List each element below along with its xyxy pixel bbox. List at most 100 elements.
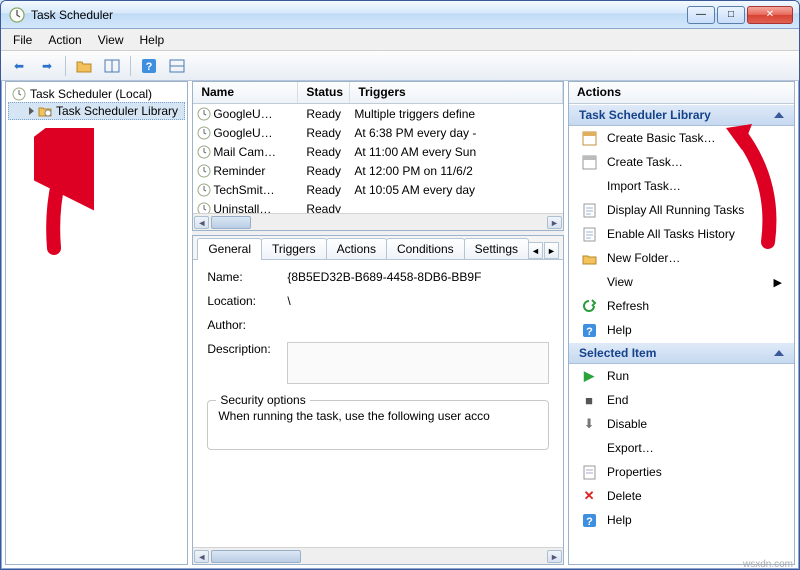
group-library: Task Scheduler Library Create Basic Task… (569, 104, 794, 342)
tab-scroll-left[interactable]: ◄ (528, 242, 543, 259)
split-vertical-icon (104, 58, 120, 74)
annotation-arrow-1 (34, 128, 94, 258)
action-create-basic-task-[interactable]: Create Basic Task… (569, 126, 794, 150)
tree-root[interactable]: Task Scheduler (Local) (8, 86, 185, 102)
task-row[interactable]: GoogleU…ReadyMultiple triggers define (193, 104, 563, 123)
label-location: Location: (207, 294, 287, 308)
watermark: wsxdn.com (743, 559, 793, 570)
action-enable-all-tasks-history[interactable]: Enable All Tasks History (569, 222, 794, 246)
clock-icon (197, 202, 211, 214)
app-icon (9, 7, 25, 23)
menu-help[interactable]: Help (132, 31, 173, 49)
action-view[interactable]: View▶ (569, 270, 794, 294)
toolbar-separator (65, 56, 66, 76)
titlebar: Task Scheduler — □ ✕ (1, 1, 799, 29)
task-row[interactable]: TechSmit…ReadyAt 10:05 AM every day (193, 180, 563, 199)
menubar: File Action View Help (1, 29, 799, 51)
tree-panel: Task Scheduler (Local) Task Scheduler Li… (5, 81, 188, 565)
toolbar-separator (130, 56, 131, 76)
col-status[interactable]: Status (298, 82, 350, 103)
action-refresh[interactable]: Refresh (569, 294, 794, 318)
minimize-button[interactable]: — (687, 6, 715, 24)
folder-button[interactable] (72, 54, 96, 78)
action-display-all-running-tasks[interactable]: Display All Running Tasks (569, 198, 794, 222)
scroll-thumb[interactable] (211, 550, 301, 563)
menu-action[interactable]: Action (40, 31, 89, 49)
action-run[interactable]: ▶Run (569, 364, 794, 388)
action-properties[interactable]: Properties (569, 460, 794, 484)
action-icon (581, 298, 597, 314)
action-new-folder-[interactable]: New Folder… (569, 246, 794, 270)
value-name: {8B5ED32B-B689-4458-8DB6-BB9F (287, 270, 549, 284)
split-horizontal-icon (169, 58, 185, 74)
clock-icon (197, 183, 211, 197)
action-create-task-[interactable]: Create Task… (569, 150, 794, 174)
scroll-right-arrow[interactable]: ► (547, 550, 562, 563)
clock-icon (197, 164, 211, 178)
h-scrollbar-details[interactable]: ◄ ► (193, 547, 563, 564)
task-grid[interactable]: GoogleU…ReadyMultiple triggers defineGoo… (193, 104, 563, 213)
scroll-right-arrow[interactable]: ► (547, 216, 562, 229)
action-end[interactable]: ■End (569, 388, 794, 412)
scroll-left-arrow[interactable]: ◄ (194, 550, 209, 563)
help-button[interactable]: ? (137, 54, 161, 78)
action-export-[interactable]: Export… (569, 436, 794, 460)
tab-scroll-right[interactable]: ► (544, 242, 559, 259)
group-selected: Selected Item ▶Run■End⬇DisableExport…Pro… (569, 342, 794, 532)
forward-button[interactable]: ➡ (35, 54, 59, 78)
tab-triggers[interactable]: Triggers (261, 238, 327, 259)
details-general: Name: {8B5ED32B-B689-4458-8DB6-BB9F Loca… (193, 260, 563, 547)
action-icon (581, 440, 597, 456)
menu-view[interactable]: View (90, 31, 132, 49)
actions-title: Actions (569, 82, 794, 104)
action-icon (581, 464, 597, 480)
h-scrollbar[interactable]: ◄ ► (193, 213, 563, 230)
middle-panel: Name Status Triggers GoogleU…ReadyMultip… (192, 81, 564, 565)
action-disable[interactable]: ⬇Disable (569, 412, 794, 436)
task-row[interactable]: Mail Cam…ReadyAt 11:00 AM every Sun (193, 142, 563, 161)
tab-conditions[interactable]: Conditions (386, 238, 465, 259)
maximize-button[interactable]: □ (717, 6, 745, 24)
task-row[interactable]: ReminderReadyAt 12:00 PM on 11/6/2 (193, 161, 563, 180)
tree-library[interactable]: Task Scheduler Library (8, 102, 185, 120)
actions-pane-button[interactable] (165, 54, 189, 78)
menu-file[interactable]: File (5, 31, 40, 49)
close-button[interactable]: ✕ (747, 6, 793, 24)
collapse-arrow-icon (774, 112, 784, 118)
tab-settings[interactable]: Settings (464, 238, 529, 259)
col-name[interactable]: Name (193, 82, 298, 103)
details-pane-button[interactable] (100, 54, 124, 78)
task-row[interactable]: GoogleU…ReadyAt 6:38 PM every day - (193, 123, 563, 142)
action-delete[interactable]: ✕Delete (569, 484, 794, 508)
label-author: Author: (207, 318, 287, 332)
value-location: \ (287, 294, 549, 308)
action-icon: ⬇ (581, 416, 597, 432)
clock-icon (197, 145, 211, 159)
tab-actions[interactable]: Actions (326, 238, 387, 259)
tab-general[interactable]: General (197, 238, 262, 260)
group-selected-header[interactable]: Selected Item (569, 342, 794, 364)
action-icon: ? (581, 322, 597, 338)
folder-clock-icon (38, 104, 52, 118)
scroll-left-arrow[interactable]: ◄ (194, 216, 209, 229)
expand-triangle-icon[interactable] (29, 107, 34, 115)
action-help[interactable]: ?Help (569, 318, 794, 342)
task-row[interactable]: Uninstall…Ready (193, 199, 563, 213)
help-icon: ? (141, 58, 157, 74)
details-tabs: General Triggers Actions Conditions Sett… (193, 236, 563, 260)
group-library-header[interactable]: Task Scheduler Library (569, 104, 794, 126)
action-import-task-[interactable]: Import Task… (569, 174, 794, 198)
action-icon (581, 202, 597, 218)
svg-text:?: ? (586, 326, 593, 338)
col-triggers[interactable]: Triggers (350, 82, 563, 103)
action-icon (581, 274, 597, 290)
back-button[interactable]: ⬅ (7, 54, 31, 78)
window-title: Task Scheduler (31, 8, 687, 22)
group-security-title: Security options (216, 393, 309, 407)
clock-icon (197, 126, 211, 140)
action-help[interactable]: ?Help (569, 508, 794, 532)
scroll-thumb[interactable] (211, 216, 251, 229)
value-description[interactable] (287, 342, 549, 384)
action-icon: ▶ (581, 368, 597, 384)
clock-icon (197, 107, 211, 121)
